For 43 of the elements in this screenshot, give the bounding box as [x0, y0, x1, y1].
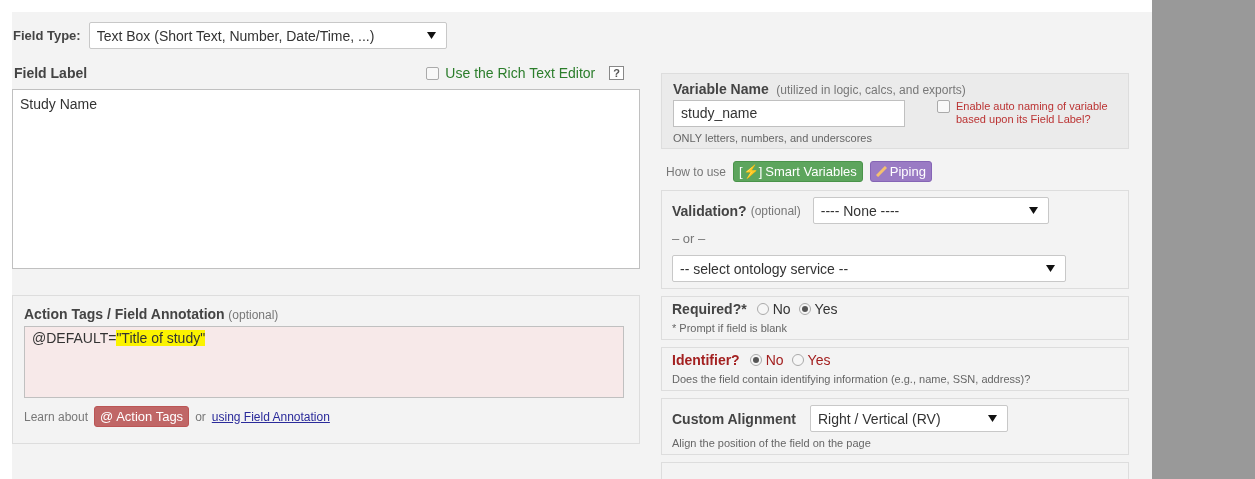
- dropdown-arrow-icon: [426, 32, 436, 39]
- dropdown-arrow-icon: [1028, 207, 1038, 214]
- radio-option[interactable]: No: [756, 301, 791, 317]
- or-text: or: [195, 409, 206, 424]
- identifier-note: Does the field contain identifying information (e.g., name, SSN, address)?: [672, 373, 1032, 385]
- validation-label: Validation?: [672, 202, 747, 219]
- how-to-use-label: How to use: [666, 164, 727, 179]
- variable-name-title: Variable Name: [673, 81, 769, 97]
- or-separator: – or –: [672, 231, 707, 246]
- learn-about-text: Learn about: [24, 409, 89, 424]
- dropdown-arrow-icon: [1046, 265, 1055, 272]
- required-note: * Prompt if field is blank: [672, 322, 788, 334]
- piping-button[interactable]: Piping: [869, 161, 932, 182]
- identifier-label: Identifier?: [672, 352, 740, 368]
- variable-hint: (utilized in logic, calcs, and exports): [776, 83, 966, 97]
- radio-option[interactable]: Yes: [798, 301, 838, 317]
- required-label: Required?*: [672, 301, 747, 317]
- annotation-field[interactable]: @DEFAULT="Title of study": [24, 326, 624, 398]
- auto-naming-label[interactable]: Enable auto naming of variable based upon its Field Label?: [956, 100, 1126, 126]
- field-label-title: Field Label: [14, 65, 88, 81]
- action-tags-button[interactable]: @ Action Tags: [94, 406, 190, 427]
- alignment-dropdown[interactable]: Right / Vertical (RV): [809, 405, 1008, 432]
- radio-option[interactable]: No: [749, 352, 784, 368]
- rich-text-editor-label[interactable]: Use the Rich Text Editor: [445, 65, 596, 81]
- validation-dropdown[interactable]: ---- None ----: [812, 197, 1049, 224]
- variable-name-field[interactable]: study_name: [673, 100, 905, 127]
- checkbox[interactable]: [426, 66, 440, 80]
- annotation-title: Action Tags / Field Annotation: [24, 306, 225, 322]
- field-type-dropdown[interactable]: Text Box (Short Text, Number, Date/Time, ...): [88, 22, 447, 49]
- radio-option[interactable]: Yes: [791, 352, 831, 368]
- field-type-label: Field Type:: [13, 28, 81, 43]
- alignment-note: Align the position of the field on the page: [672, 437, 872, 449]
- field-label-textarea[interactable]: Study Name: [12, 89, 640, 269]
- pipe-icon: [875, 166, 887, 177]
- checkbox[interactable]: [937, 100, 950, 113]
- help-button[interactable]: ?: [609, 66, 624, 80]
- optional-hint: (optional): [750, 203, 801, 218]
- optional-hint: (optional): [228, 308, 279, 322]
- alignment-label: Custom Alignment: [672, 410, 796, 427]
- ontology-dropdown[interactable]: -- select ontology service --: [672, 255, 1066, 282]
- dropdown-arrow-icon: [987, 415, 997, 422]
- field-annotation-link[interactable]: using Field Annotation: [211, 409, 330, 424]
- variable-name-note: ONLY letters, numbers, and underscores: [673, 132, 873, 144]
